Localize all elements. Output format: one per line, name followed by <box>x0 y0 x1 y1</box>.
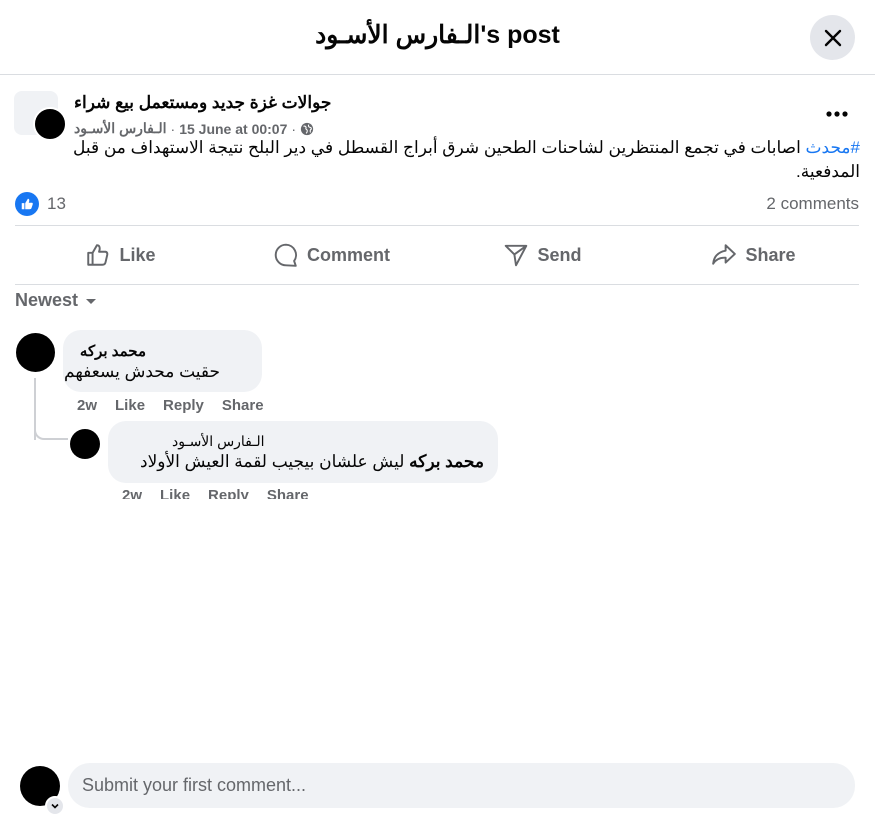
post-body: #محدث اصابات في تجمع المنتظرين لشاحنات ا… <box>15 136 860 184</box>
action-bar: Like Comment Send Share <box>15 226 859 284</box>
hashtag-link[interactable]: #محدث <box>806 138 860 157</box>
group-avatar[interactable] <box>14 91 67 141</box>
globe-icon[interactable] <box>300 122 314 136</box>
reply-author-name[interactable]: الـفارس الأسـود <box>172 433 265 450</box>
comment-share-button[interactable]: Share <box>222 397 264 414</box>
comment-button[interactable]: Comment <box>226 226 437 284</box>
post-meta: الـفارس الأسـود · 15 June at 00:07 · <box>74 120 314 137</box>
send-label: Send <box>537 244 582 265</box>
send-button[interactable]: Send <box>437 226 648 284</box>
reply-text: محمد بركه ليش علشان بيجيب لقمة العيش الأ… <box>140 452 484 472</box>
group-name[interactable]: جوالات غزة جديد ومستعمل بيع شراء <box>74 93 331 113</box>
reply-bubble: الـفارس الأسـود محمد بركه ليش علشان بيجي… <box>108 421 498 483</box>
share-label: Share <box>745 244 796 265</box>
comment-bubble: محمد بركه حقيت محدش يسعفهم <box>63 330 262 392</box>
reactions-summary[interactable]: 13 <box>15 192 66 216</box>
reply-share-button[interactable]: Share <box>267 487 309 499</box>
dialog-header: الـفارس الأسـود's post <box>0 0 875 75</box>
reply-like-button[interactable]: Like <box>160 487 190 499</box>
post-timestamp[interactable]: 15 June at 00:07 <box>179 121 287 137</box>
account-switcher-button[interactable] <box>45 796 65 816</box>
comment-input[interactable] <box>68 763 855 808</box>
comment-time[interactable]: 2w <box>77 397 97 414</box>
reaction-count: 13 <box>47 194 66 213</box>
close-icon <box>824 29 841 46</box>
caret-down-icon <box>86 298 97 304</box>
comment-icon <box>274 243 297 267</box>
dialog-title: الـفارس الأسـود's post <box>315 21 560 49</box>
reply-avatar[interactable] <box>70 429 100 459</box>
comment-sort-dropdown[interactable]: Newest <box>15 290 98 311</box>
thread-line-branch <box>34 430 68 440</box>
send-icon <box>505 244 528 267</box>
like-button[interactable]: Like <box>15 226 226 284</box>
post-author[interactable]: الـفارس الأسـود <box>74 120 167 137</box>
more-icon <box>826 111 848 117</box>
chevron-down-icon <box>51 803 59 809</box>
post-body-text: اصابات في تجمع المنتظرين لشاحنات الطحين … <box>73 138 860 181</box>
reply-mention[interactable]: محمد بركه <box>409 452 484 471</box>
sort-label: Newest <box>15 290 79 310</box>
reply-time[interactable]: 2w <box>122 487 142 499</box>
comment-label: Comment <box>306 244 390 265</box>
like-reaction-icon <box>15 192 39 216</box>
commenter-avatar[interactable] <box>16 333 55 372</box>
commenter-name[interactable]: محمد بركه <box>80 342 146 360</box>
comment-like-button[interactable]: Like <box>115 397 145 414</box>
reply-actions: 2w Like Reply Share <box>122 487 309 499</box>
comment-actions: 2w Like Reply Share <box>77 397 264 414</box>
meta-separator: · <box>170 120 176 137</box>
meta-separator-2: · <box>291 120 297 137</box>
more-options-button[interactable] <box>823 104 853 124</box>
share-button[interactable]: Share <box>648 226 859 284</box>
close-button[interactable] <box>810 15 855 60</box>
like-label: Like <box>119 244 156 265</box>
comment-reply-button[interactable]: Reply <box>163 397 204 414</box>
thumbs-up-icon <box>87 244 109 266</box>
comments-count[interactable]: 2 comments <box>766 194 859 214</box>
reply-reply-button[interactable]: Reply <box>208 487 249 499</box>
divider <box>15 284 859 285</box>
comment-text: حقيت محدش يسعفهم <box>64 362 220 381</box>
reply-body: ليش علشان بيجيب لقمة العيش الأولاد <box>140 452 410 471</box>
share-icon <box>712 244 737 265</box>
